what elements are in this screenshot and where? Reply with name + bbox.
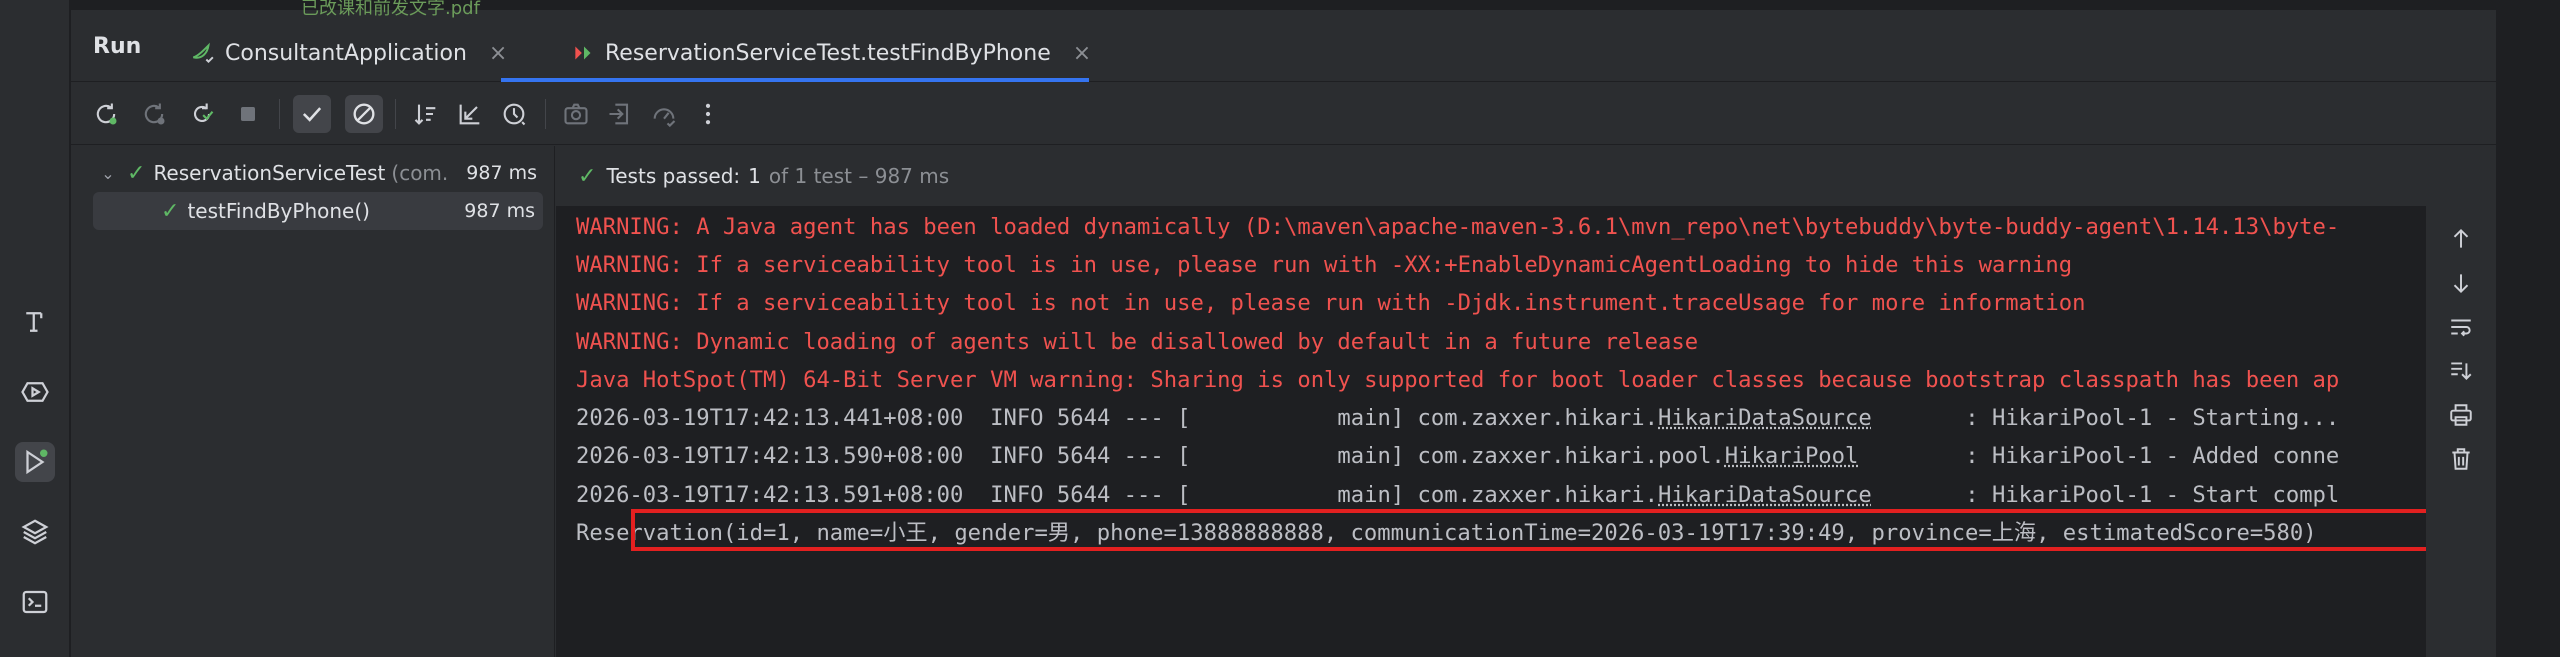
toolbar-separator (279, 99, 280, 129)
print-icon[interactable] (2444, 398, 2478, 432)
status-prefix: Tests passed: (606, 164, 741, 188)
class-link[interactable]: HikariDataSource (1658, 482, 1872, 508)
test-class-package: (com. (391, 161, 449, 185)
passed-icon: ✓ (578, 163, 597, 189)
layers-icon[interactable] (15, 512, 55, 552)
rerun-failed-icon[interactable] (135, 95, 173, 133)
toolbar-separator (395, 99, 396, 129)
log-message: : HikariPool-1 - Start compl (1871, 482, 2340, 508)
console-line: 2026-03-19T17:42:13.441+08:00 INFO 5644 … (576, 403, 2339, 433)
editor-tab-edge: 已改课和前发文字.pdf (71, 0, 2496, 19)
tab-reservation-test[interactable]: ReservationServiceTest.testFindByPhone × (501, 24, 1091, 82)
show-ignored-icon[interactable] (345, 95, 383, 133)
window-right-edge (2496, 0, 2560, 657)
class-link[interactable]: HikariPool (1725, 443, 1859, 469)
console-line: 2026-03-19T17:42:13.591+08:00 INFO 5644 … (576, 480, 2339, 510)
history-icon[interactable] (495, 95, 533, 133)
close-icon[interactable]: × (1073, 41, 1091, 66)
run-tab-bar: Run ConsultantApplication × ReservationS… (71, 10, 2496, 82)
sort-icon[interactable] (407, 95, 445, 133)
left-tool-strip (0, 0, 70, 657)
coverage-icon[interactable] (645, 95, 683, 133)
tab-consultant-application[interactable]: ConsultantApplication × (187, 24, 507, 82)
test-method-label: testFindByPhone() (187, 199, 370, 223)
console-line: WARNING: Dynamic loading of agents will … (576, 329, 1699, 355)
scroll-up-icon[interactable] (2444, 222, 2478, 256)
export-icon[interactable] (601, 95, 639, 133)
toolbar-separator (545, 99, 546, 129)
services-icon[interactable] (15, 372, 55, 412)
scroll-to-end-icon[interactable] (2444, 354, 2478, 388)
tab-label: ReservationServiceTest.testFindByPhone (605, 40, 1051, 66)
test-class-label: ReservationServiceTest (153, 161, 386, 185)
spring-app-icon (187, 38, 217, 68)
log-prefix: 2026-03-19T17:42:13.591+08:00 INFO 5644 … (576, 482, 1658, 508)
test-status-bar: ✓ Tests passed: 1 of 1 test – 987 ms (556, 146, 2496, 206)
rerun-auto-icon[interactable] (183, 95, 221, 133)
tree-item-test-class[interactable]: ⌄ ✓ ReservationServiceTest (com. 987 ms (71, 154, 555, 192)
log-message: : HikariPool-1 - Added conne (1858, 443, 2340, 469)
tool-window-title: Run (93, 34, 142, 59)
console-line: Java HotSpot(TM) 64-Bit Server VM warnin… (576, 367, 2340, 393)
test-run-icon (571, 38, 597, 68)
show-passed-icon[interactable] (293, 95, 331, 133)
console-line: WARNING: If a serviceability tool is in … (576, 252, 2073, 278)
screenshot-icon[interactable] (557, 95, 595, 133)
run-icon[interactable] (15, 442, 55, 482)
soft-wrap-icon[interactable] (2444, 310, 2478, 344)
passed-icon: ✓ (127, 160, 146, 186)
status-count: 1 (748, 164, 761, 188)
console-side-actions (2426, 206, 2496, 657)
passed-icon: ✓ (161, 198, 180, 224)
tree-item-test-method[interactable]: ✓ testFindByPhone() 987 ms (93, 192, 543, 230)
test-tree: ⌄ ✓ ReservationServiceTest (com. 987 ms … (71, 146, 555, 657)
console-line: WARNING: If a serviceability tool is not… (576, 290, 2086, 316)
clear-icon[interactable] (2444, 442, 2478, 476)
stop-icon[interactable] (229, 95, 267, 133)
text-tool-icon[interactable] (15, 302, 55, 342)
status-suffix: of 1 test – 987 ms (768, 164, 950, 188)
terminal-icon[interactable] (15, 582, 55, 622)
scroll-down-icon[interactable] (2444, 266, 2478, 300)
log-prefix: 2026-03-19T17:42:13.590+08:00 INFO 5644 … (576, 443, 1725, 469)
console-output[interactable]: WARNING: A Java agent has been loaded dy… (556, 206, 2496, 657)
chevron-down-icon[interactable]: ⌄ (97, 164, 119, 183)
run-toolbar (71, 83, 2496, 145)
tab-label: ConsultantApplication (225, 40, 467, 66)
run-tool-window: 已改课和前发文字.pdf Run ConsultantApplication ×… (71, 0, 2496, 657)
highlight-box (631, 509, 2473, 551)
console-line: WARNING: A Java agent has been loaded dy… (576, 214, 2340, 240)
test-method-duration: 987 ms (464, 200, 535, 222)
log-message: : HikariPool-1 - Starting... (1871, 405, 2340, 431)
log-prefix: 2026-03-19T17:42:13.441+08:00 INFO 5644 … (576, 405, 1658, 431)
rerun-icon[interactable] (87, 95, 125, 133)
test-class-duration: 987 ms (466, 162, 537, 184)
class-link[interactable]: HikariDataSource (1658, 405, 1872, 431)
console-line: 2026-03-19T17:42:13.590+08:00 INFO 5644 … (576, 441, 2339, 471)
more-icon[interactable] (689, 95, 727, 133)
collapse-icon[interactable] (451, 95, 489, 133)
